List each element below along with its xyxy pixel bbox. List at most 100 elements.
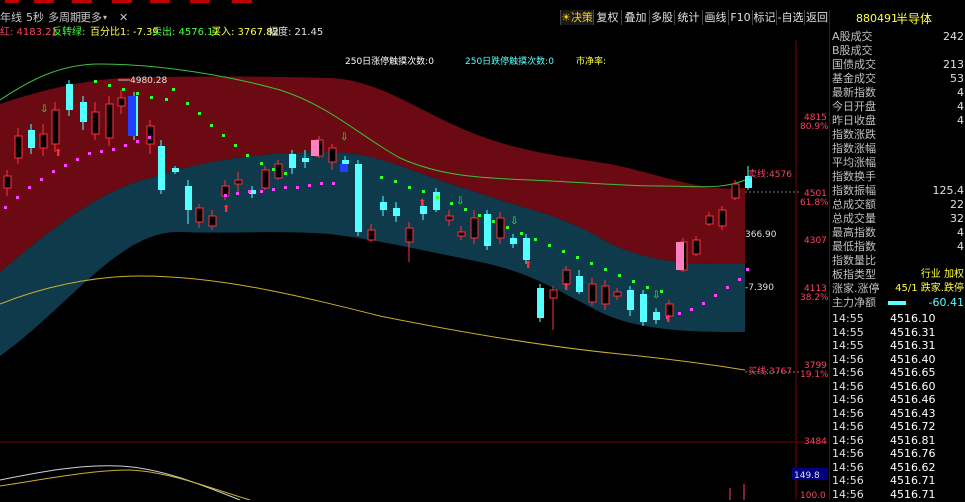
- quote-stat-label: 板指类型: [832, 268, 876, 281]
- menu-year-line[interactable]: 年线: [0, 11, 22, 25]
- tick-time: 14:56: [832, 352, 864, 366]
- sub-chart-line-white: [0, 465, 241, 500]
- candle-body: [496, 217, 505, 239]
- candle-body: [185, 186, 192, 210]
- quote-stat-label: 最低指数: [832, 240, 876, 253]
- menu-more[interactable]: 更多: [80, 11, 102, 25]
- neg-value-label: -7.390: [745, 283, 774, 293]
- draw-line-button[interactable]: 画线: [702, 10, 728, 25]
- kline-chart[interactable]: ⬆ ⬆ ⬆ ⬆ ⬆ ⬆ ⇩ ⇩ ⇩ ⇩ ⇩ 4980.28 250日涨停触摸次数:0 250日跌停触…: [0, 40, 828, 500]
- adjust-rights-button[interactable]: 复权: [593, 10, 621, 25]
- green-signal-dot: [284, 172, 287, 175]
- menu-more-chevron-icon[interactable]: ▾: [103, 11, 107, 25]
- purple-signal-dot: [236, 192, 239, 195]
- f10-button[interactable]: F10: [728, 10, 752, 25]
- quote-stat-value: 4: [957, 100, 964, 113]
- tick-row: 14:56 4516.81: [830, 434, 965, 448]
- decision-bulb-icon: ☀: [561, 11, 571, 24]
- tick-row: 14:56 4516.40: [830, 353, 965, 367]
- purple-signal-dot: [678, 312, 681, 315]
- quote-stat-label: 最高指数: [832, 226, 876, 239]
- purple-signal-dot: [16, 196, 19, 199]
- purple-signal-dot: [148, 136, 151, 139]
- green-signal-dot: [150, 96, 153, 99]
- purple-signal-dot: [224, 194, 227, 197]
- candle-body: [588, 283, 597, 303]
- menu-multi-period[interactable]: 多周期: [48, 11, 81, 25]
- quote-panel: 880491 半导体 A股成交 242 B股成交 国债成交 213 基金成交 53 最新指数 4…: [829, 10, 965, 501]
- decision-button[interactable]: ☀决策: [560, 10, 593, 25]
- sell-arrow-icon: ⇩: [652, 290, 660, 301]
- quote-stat-label: 指数换手: [832, 170, 876, 183]
- green-signal-dot: [186, 102, 189, 105]
- back-button[interactable]: 返回: [804, 10, 829, 25]
- quote-stat-row: 指数涨跌: [830, 128, 965, 142]
- statistics-button[interactable]: 统计: [674, 10, 702, 25]
- multi-stock-button[interactable]: 多股: [649, 10, 674, 25]
- indicator-red: 红: 4183.21: [0, 27, 58, 38]
- quote-stat-row: 指数量比: [830, 254, 965, 268]
- purple-signal-dot: [100, 150, 103, 153]
- purple-signal-dot: [40, 178, 43, 181]
- candle-body: [105, 103, 114, 139]
- overlay-button[interactable]: 叠加: [621, 10, 649, 25]
- tick-price: 4516.76: [890, 447, 936, 460]
- candle-body: [445, 215, 454, 221]
- purple-signal-dot: [702, 302, 705, 305]
- mark-button[interactable]: 标记: [752, 10, 776, 25]
- axis-label-4307: 4307: [804, 236, 827, 246]
- tick-time: 14:56: [832, 460, 864, 474]
- candle-body: [640, 294, 647, 322]
- purple-signal-dot: [738, 278, 741, 281]
- green-signal-dot: [408, 186, 411, 189]
- tick-time: 14:56: [832, 366, 864, 379]
- candle-body: [484, 214, 491, 246]
- tick-row: 14:56 4516.46: [830, 393, 965, 407]
- tick-time: 14:55: [832, 312, 864, 325]
- quote-stat-row: 指数涨幅: [830, 142, 965, 156]
- highlight-candle: [676, 242, 684, 270]
- quote-stat-row: 最高指数 4: [830, 226, 965, 240]
- tick-row: 14:56 4516.71: [830, 474, 965, 488]
- index-name: 半导体: [896, 12, 933, 26]
- quote-stat-row: A股成交 242: [830, 30, 965, 44]
- green-signal-dot: [94, 80, 97, 83]
- tick-time: 14:56: [832, 406, 864, 420]
- highlight-candle: [340, 164, 348, 172]
- menu-5sec[interactable]: 5秒: [26, 11, 44, 25]
- quote-stat-label: 指数量比: [832, 254, 876, 267]
- purple-signal-dot: [88, 152, 91, 155]
- quote-stat-value: 213: [943, 58, 964, 71]
- quote-stat-label: 最新指数: [832, 86, 876, 99]
- quote-stat-value: 行业 加权: [920, 269, 964, 280]
- net-flow-bar: [888, 301, 906, 305]
- purple-signal-dot: [714, 294, 717, 297]
- candle-body: [91, 111, 100, 135]
- quote-stat-row: 平均涨幅: [830, 156, 965, 170]
- buy-arrow-icon: ⬆: [54, 148, 62, 159]
- green-signal-dot: [122, 88, 125, 91]
- tick-price: 4516.81: [890, 433, 936, 447]
- green-signal-dot: [422, 190, 425, 193]
- tick-price: 4516.62: [890, 460, 936, 474]
- quote-stat-row: 最低指数 4: [830, 240, 965, 254]
- candle-body: [355, 164, 362, 232]
- quote-stat-value: 4: [957, 240, 964, 253]
- quote-stat-value: 242: [943, 30, 964, 43]
- candle-body: [146, 125, 155, 145]
- quote-stat-row: 昨日收盘 4: [830, 114, 965, 128]
- index-code: 880491: [856, 12, 898, 25]
- green-signal-dot: [506, 226, 509, 229]
- quote-stat-label: B股成交: [832, 44, 873, 57]
- quote-stat-label: 主力净额: [832, 296, 876, 309]
- purple-signal-dot: [76, 158, 79, 161]
- buy-arrow-icon: ⬆: [562, 282, 570, 293]
- close-icon[interactable]: ✕: [119, 11, 128, 25]
- axis-label-191: 19.1%: [800, 370, 828, 380]
- green-signal-dot: [172, 88, 175, 91]
- candle-body: [537, 288, 544, 318]
- quote-stat-label: 指数涨幅: [832, 142, 876, 155]
- add-watchlist-button[interactable]: -自选: [776, 10, 804, 25]
- green-signal-dot: [210, 124, 213, 127]
- quote-stat-label: 指数振幅: [832, 184, 876, 197]
